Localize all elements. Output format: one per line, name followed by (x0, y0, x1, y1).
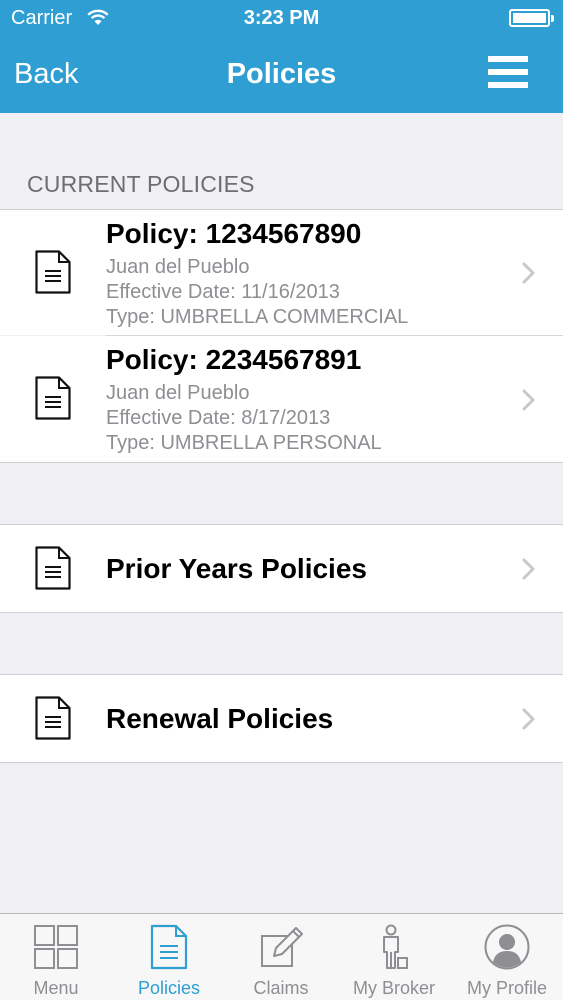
profile-avatar-icon (484, 924, 530, 970)
top-bar: Carrier 3:23 PM Back Policies (0, 0, 563, 113)
document-icon (35, 376, 71, 420)
tab-menu[interactable]: Menu (0, 914, 112, 1000)
prior-years-policies-row[interactable]: Prior Years Policies (0, 525, 563, 612)
chevron-right-icon (522, 389, 535, 411)
person-briefcase-icon (383, 924, 408, 969)
clock: 3:23 PM (243, 7, 320, 29)
policy-title: Policy: 1234567890 (106, 218, 362, 249)
document-icon (35, 546, 71, 590)
policy-row[interactable]: Policy: 2234567891 Juan del Pueblo Effec… (0, 336, 563, 462)
tab-label: Policies (137, 978, 201, 998)
document-icon (35, 696, 71, 740)
prior-years-policies-label: Prior Years Policies (106, 553, 367, 584)
hamburger-menu-icon[interactable] (488, 56, 528, 88)
tab-label: Claims (253, 978, 309, 998)
policy-type: Type: UMBRELLA PERSONAL (106, 432, 382, 454)
navigation-bar: Back Policies (0, 38, 563, 113)
edit-icon (261, 927, 303, 967)
section-header-current-policies: CURRENT POLICIES (27, 171, 255, 197)
divider (0, 612, 563, 613)
renewal-policies-label: Renewal Policies (106, 703, 334, 734)
tab-my-profile[interactable]: My Profile (451, 914, 563, 1000)
policy-type: Type: UMBRELLA COMMERCIAL (106, 306, 409, 328)
chevron-right-icon (522, 558, 535, 580)
tab-bar: Menu Policies Claims My Broker My Profil… (0, 913, 563, 1000)
policy-effective-date: Effective Date: 8/17/2013 (106, 407, 331, 429)
renewal-policies-row[interactable]: Renewal Policies (0, 675, 563, 762)
policy-effective-date: Effective Date: 11/16/2013 (106, 281, 340, 303)
policy-holder: Juan del Pueblo (106, 382, 250, 404)
chevron-right-icon (522, 262, 535, 284)
tab-claims[interactable]: Claims (225, 914, 337, 1000)
tab-label: My Broker (352, 978, 435, 998)
divider (0, 762, 563, 763)
divider (0, 462, 563, 463)
tab-my-broker[interactable]: My Broker (338, 914, 450, 1000)
tab-label: Menu (33, 978, 79, 998)
tab-policies[interactable]: Policies (113, 914, 225, 1000)
grid-icon (34, 925, 78, 969)
document-icon (35, 250, 71, 294)
policy-holder: Juan del Pueblo (106, 256, 250, 278)
status-bar: Carrier 3:23 PM (0, 0, 563, 38)
page-title: Policies (226, 58, 337, 90)
document-icon (150, 924, 188, 970)
policy-title: Policy: 2234567891 (106, 344, 362, 375)
tab-label: My Profile (466, 978, 547, 998)
policy-row[interactable]: Policy: 1234567890 Juan del Pueblo Effec… (0, 210, 563, 335)
chevron-right-icon (522, 708, 535, 730)
battery-icon (509, 9, 554, 27)
